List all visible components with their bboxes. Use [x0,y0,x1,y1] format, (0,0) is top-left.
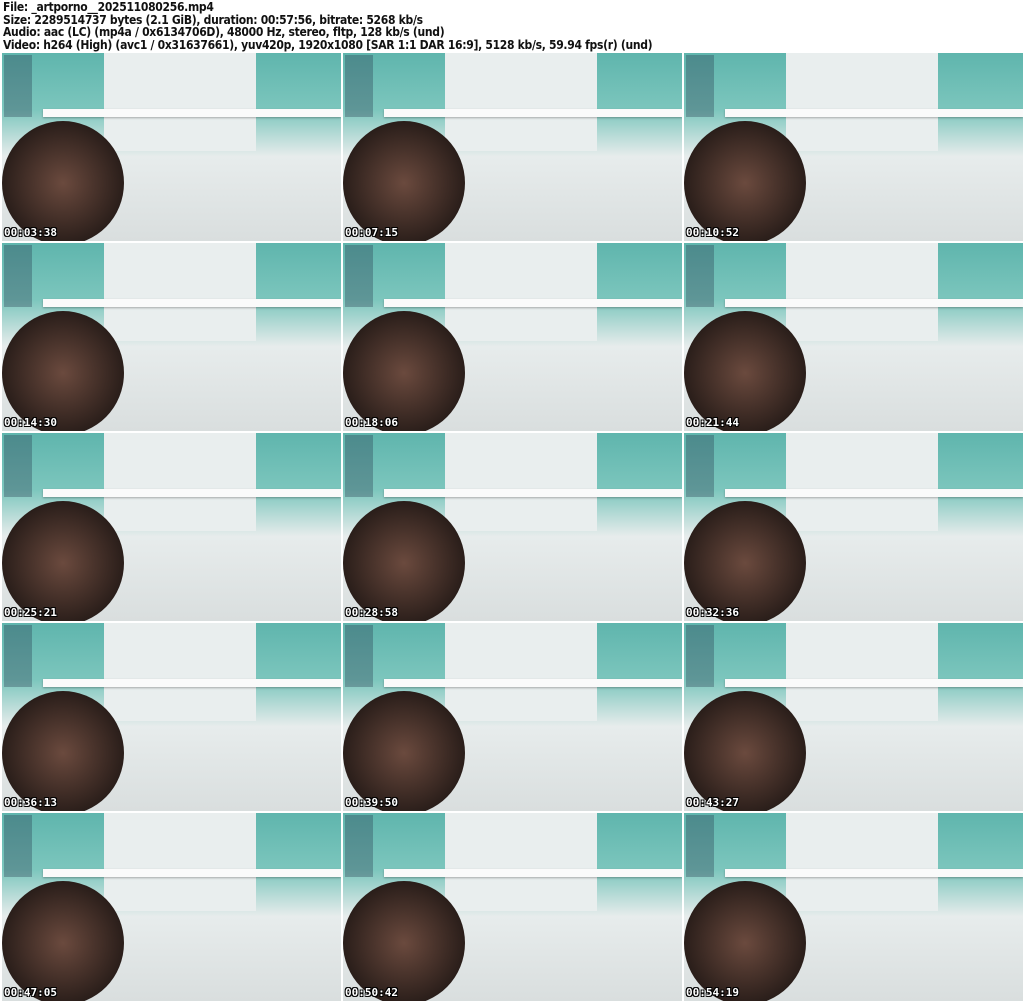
video-thumbnail: 00:14:30 [2,243,341,431]
circular-inset [343,880,466,1001]
video-thumbnail: 00:18:06 [343,243,682,431]
wall [785,813,939,911]
timestamp: 00:47:05 [4,986,57,999]
wall [103,623,257,721]
wall [444,243,598,341]
audio-info: Audio: aac (LC) (mp4a / 0x6134706D), 480… [3,25,445,39]
video-thumbnail: 00:28:58 [343,433,682,621]
video-thumbnail: 00:25:21 [2,433,341,621]
circular-inset [343,500,466,621]
timestamp: 00:36:13 [4,796,57,809]
timestamp: 00:28:58 [345,606,398,619]
overlay-panel [4,815,32,877]
circular-inset [684,310,807,431]
timestamp: 00:25:21 [4,606,57,619]
overlay-panel [4,55,32,117]
overlay-panel [345,245,373,307]
desk [724,489,1023,497]
desk [42,679,341,687]
overlay-panel [4,245,32,307]
timestamp: 00:32:36 [686,606,739,619]
wall [103,813,257,911]
circular-inset [2,120,125,241]
video-thumbnail: 00:36:13 [2,623,341,811]
wall [444,813,598,911]
overlay-panel [345,435,373,497]
desk [383,489,682,497]
circular-inset [684,690,807,811]
file-name: File: _artporno__202511080256.mp4 [3,0,214,14]
desk [42,299,341,307]
overlay-panel [686,815,714,877]
circular-inset [343,120,466,241]
desk [724,869,1023,877]
wall [103,243,257,341]
video-thumbnail: 00:03:38 [2,53,341,241]
timestamp: 00:50:42 [345,986,398,999]
overlay-panel [686,245,714,307]
desk [383,299,682,307]
file-info: File: _artporno__202511080256.mp4 Size: … [3,0,653,52]
desk [724,109,1023,117]
overlay-panel [686,55,714,117]
circular-inset [2,310,125,431]
circular-inset [343,690,466,811]
video-thumbnail: 00:39:50 [343,623,682,811]
video-thumbnail: 00:07:15 [343,53,682,241]
video-thumbnail: 00:47:05 [2,813,341,1001]
timestamp: 00:21:44 [686,416,739,429]
circular-inset [2,500,125,621]
desk [724,299,1023,307]
wall [444,623,598,721]
video-thumbnail: 00:10:52 [684,53,1023,241]
wall [785,623,939,721]
overlay-panel [4,435,32,497]
circular-inset [684,500,807,621]
wall [785,243,939,341]
video-thumbnail: 00:21:44 [684,243,1023,431]
overlay-panel [345,625,373,687]
video-thumbnail: 00:50:42 [343,813,682,1001]
video-thumbnail: 00:43:27 [684,623,1023,811]
wall [103,433,257,531]
timestamp: 00:07:15 [345,226,398,239]
desk [383,869,682,877]
wall [444,433,598,531]
wall [785,433,939,531]
video-thumbnail: 00:32:36 [684,433,1023,621]
video-info: Video: h264 (High) (avc1 / 0x31637661), … [3,37,653,52]
circular-inset [343,310,466,431]
wall [103,53,257,151]
circular-inset [2,690,125,811]
video-thumbnail: 00:54:19 [684,813,1023,1001]
desk [724,679,1023,687]
desk [42,869,341,877]
timestamp: 00:54:19 [686,986,739,999]
timestamp: 00:39:50 [345,796,398,809]
wall [444,53,598,151]
overlay-panel [345,815,373,877]
timestamp: 00:43:27 [686,796,739,809]
overlay-panel [345,55,373,117]
timestamp: 00:10:52 [686,226,739,239]
desk [42,489,341,497]
overlay-panel [4,625,32,687]
timestamp: 00:18:06 [345,416,398,429]
timestamp: 00:14:30 [4,416,57,429]
timestamp: 00:03:38 [4,226,57,239]
desk [383,679,682,687]
thumbnail-grid: 00:03:38 00:07:15 00:10:52 00:14:30 00:18:06… [2,53,1023,1001]
circular-inset [684,120,807,241]
desk [42,109,341,117]
overlay-panel [686,435,714,497]
circular-inset [2,880,125,1001]
wall [785,53,939,151]
desk [383,109,682,117]
overlay-panel [686,625,714,687]
circular-inset [684,880,807,1001]
